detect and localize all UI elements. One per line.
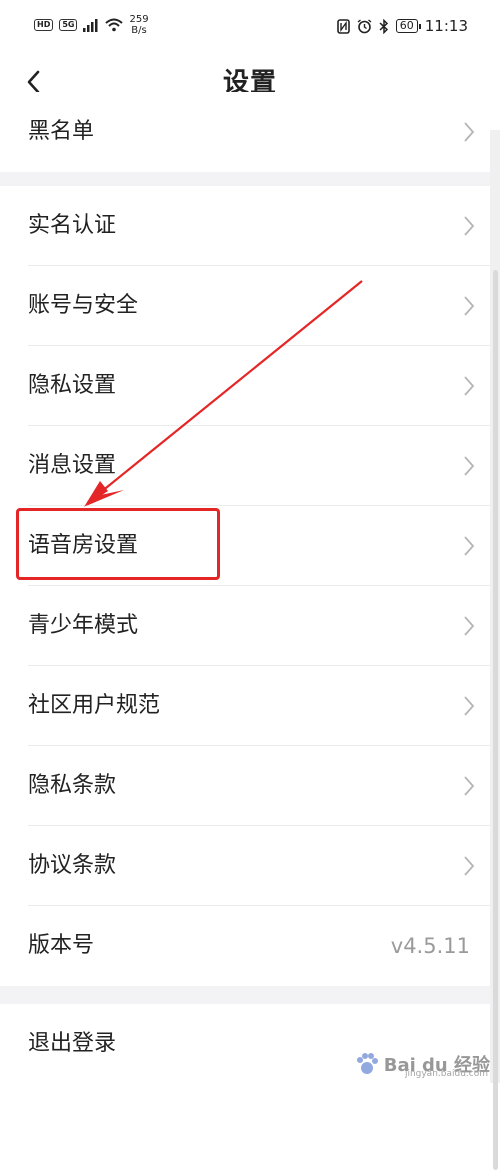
settings-item-label: 消息设置 bbox=[28, 453, 117, 478]
signal-icon bbox=[83, 19, 98, 32]
chevron-right-icon bbox=[464, 216, 475, 236]
settings-item-agreement-terms[interactable]: 协议条款 bbox=[0, 826, 490, 906]
section-gap bbox=[0, 172, 490, 186]
chevron-right-icon bbox=[464, 456, 475, 476]
alarm-icon bbox=[357, 18, 372, 33]
net-speed-unit: B/s bbox=[131, 25, 147, 36]
status-bar: HD 5G 259 B/s 60 11:13 bbox=[0, 0, 500, 52]
settings-item-community-rules[interactable]: 社区用户规范 bbox=[0, 666, 490, 746]
logout-label: 退出登录 bbox=[28, 1031, 117, 1056]
settings-item-label: 实名认证 bbox=[28, 213, 117, 238]
version-value: v4.5.11 bbox=[390, 934, 470, 958]
settings-item-version: 版本号 v4.5.11 bbox=[0, 906, 490, 986]
net-speed: 259 B/s bbox=[129, 14, 148, 36]
chevron-right-icon bbox=[464, 122, 475, 142]
bluetooth-icon bbox=[379, 18, 388, 34]
status-right: 60 11:13 bbox=[336, 17, 468, 35]
watermark-sub: jingyan.baidu.com bbox=[404, 1069, 488, 1079]
section-gap bbox=[0, 986, 490, 1004]
scrollbar-track[interactable] bbox=[490, 130, 500, 1170]
settings-item-label: 黑名单 bbox=[28, 119, 95, 144]
chevron-right-icon bbox=[464, 856, 475, 876]
chevron-right-icon bbox=[464, 616, 475, 636]
highlight-box bbox=[16, 508, 220, 580]
status-time: 11:13 bbox=[424, 17, 468, 35]
settings-item-account-security[interactable]: 账号与安全 bbox=[0, 266, 490, 346]
chevron-right-icon bbox=[464, 696, 475, 716]
net-speed-value: 259 bbox=[129, 14, 149, 25]
scrollbar-thumb[interactable] bbox=[493, 270, 498, 1170]
settings-item-label: 协议条款 bbox=[28, 853, 117, 878]
settings-item-privacy-terms[interactable]: 隐私条款 bbox=[0, 746, 490, 826]
settings-item-real-name[interactable]: 实名认证 bbox=[0, 186, 490, 266]
settings-item-label: 社区用户规范 bbox=[28, 693, 161, 718]
wifi-icon bbox=[105, 18, 124, 32]
hd-badge: HD bbox=[34, 19, 54, 31]
settings-item-blacklist[interactable]: 黑名单 bbox=[0, 92, 490, 172]
battery-icon: 60 bbox=[395, 19, 421, 33]
chevron-right-icon bbox=[464, 296, 475, 316]
settings-item-privacy[interactable]: 隐私设置 bbox=[0, 346, 490, 426]
chevron-right-icon bbox=[464, 776, 475, 796]
settings-item-label: 隐私条款 bbox=[28, 773, 117, 798]
5g-badge: 5G bbox=[59, 19, 78, 31]
watermark: Bai du 经验 jingyan.baidu.com bbox=[354, 1051, 490, 1079]
settings-item-label: 账号与安全 bbox=[28, 293, 139, 318]
settings-item-message[interactable]: 消息设置 bbox=[0, 426, 490, 506]
chevron-right-icon bbox=[464, 376, 475, 396]
status-left: HD 5G 259 B/s bbox=[34, 14, 149, 36]
settings-item-label: 青少年模式 bbox=[28, 613, 139, 638]
paw-icon bbox=[356, 1053, 378, 1074]
chevron-right-icon bbox=[464, 536, 475, 556]
nfc-icon bbox=[336, 18, 350, 34]
settings-item-teen-mode[interactable]: 青少年模式 bbox=[0, 586, 490, 666]
settings-item-label: 版本号 bbox=[28, 933, 95, 958]
settings-item-label: 隐私设置 bbox=[28, 373, 117, 398]
